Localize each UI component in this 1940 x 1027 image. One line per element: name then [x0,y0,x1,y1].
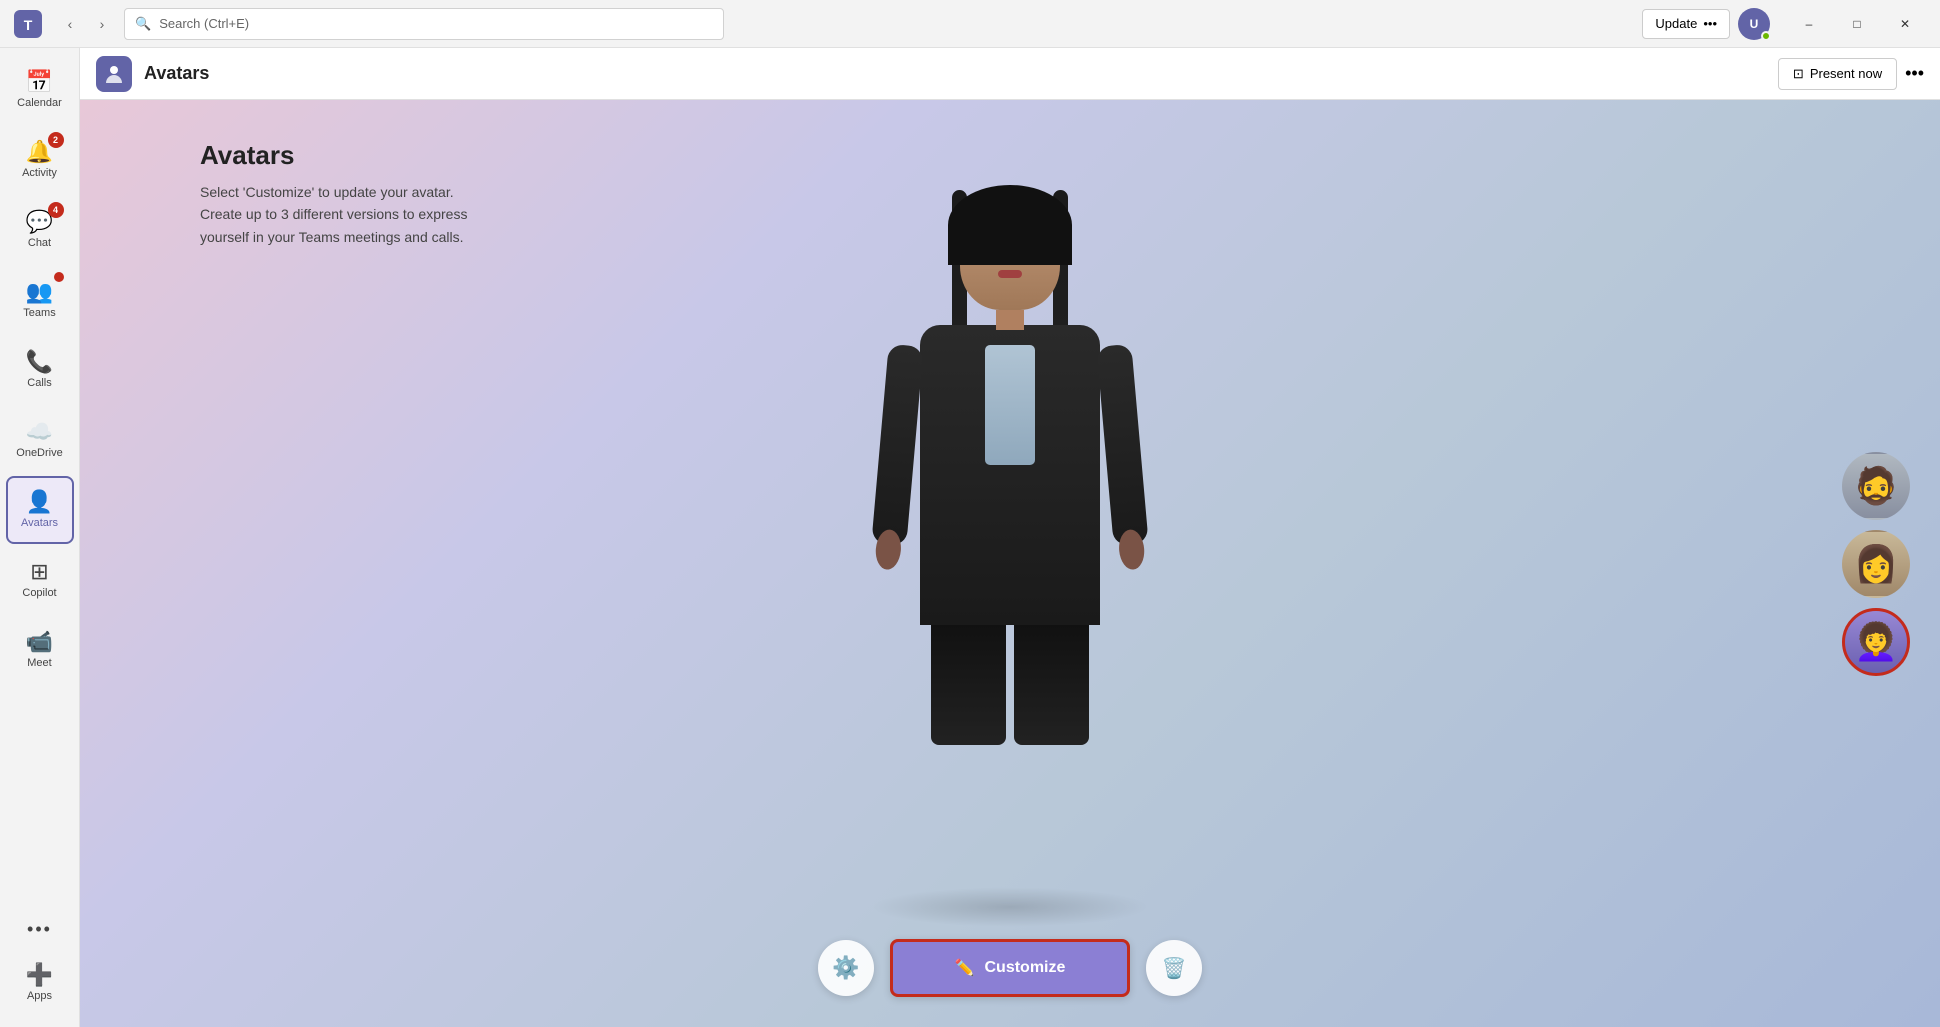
close-button[interactable]: ✕ [1882,8,1928,40]
sidebar-item-avatars[interactable]: 👤 Avatars [6,476,74,544]
sidebar-label-chat: Chat [28,237,51,249]
apps-icon: ➕ [26,964,53,986]
avatar-thumb-2-icon: 👩 [1854,543,1899,585]
maximize-button[interactable]: □ [1834,8,1880,40]
delete-icon: 🗑️ [1162,956,1187,981]
search-icon: 🔍 [135,16,151,32]
customize-label: Customize [985,959,1066,977]
online-badge [1761,31,1771,41]
sidebar-label-avatars: Avatars [21,517,58,529]
update-button[interactable]: Update ••• [1642,9,1730,39]
back-button[interactable]: ‹ [56,10,84,38]
title-bar-actions: Update ••• U – □ ✕ [1642,8,1928,40]
sidebar-label-activity: Activity [22,167,57,179]
present-now-label: Present now [1810,66,1882,81]
teams-icon: 👥 [26,281,53,303]
sidebar-item-chat[interactable]: 4 💬 Chat [6,196,74,264]
avatar-content: Avatars Select 'Customize' to update you… [80,100,1940,1027]
sidebar-item-activity[interactable]: 2 🔔 Activity [6,126,74,194]
settings-icon: ⚙️ [832,955,859,981]
onedrive-icon: ☁️ [26,421,53,443]
avatar-bottom-controls: ⚙️ ✏️ Customize 🗑️ [818,939,1202,997]
avatar-thumb-1[interactable]: 🧔 [1842,452,1910,520]
avatar-info: Avatars Select 'Customize' to update you… [200,140,467,248]
app-title: Avatars [144,63,209,84]
title-bar: T ‹ › 🔍 Search (Ctrl+E) Update ••• U – □… [0,0,1940,48]
meet-icon: 📹 [26,631,53,653]
nav-buttons: ‹ › [56,10,116,38]
present-now-icon: ⊡ [1793,66,1804,82]
sidebar-label-onedrive: OneDrive [16,447,62,459]
more-options-button[interactable]: ••• [1905,63,1924,84]
sidebar-label-meet: Meet [27,657,51,669]
sidebar-label-calendar: Calendar [17,97,62,109]
sidebar-label-apps: Apps [27,990,52,1002]
right-arm [1096,344,1148,546]
left-arm [871,344,923,546]
avatar-desc-line2: Create up to 3 different versions to exp… [200,203,467,225]
app-header-icon [96,56,132,92]
main-layout: 📅 Calendar 2 🔔 Activity 4 💬 Chat 👥 Teams… [0,48,1940,1027]
app-header-actions: ⊡ Present now ••• [1778,58,1924,90]
more-button[interactable]: ••• [6,909,74,949]
forward-button[interactable]: › [88,10,116,38]
avatar-page-title: Avatars [200,140,467,171]
svg-text:T: T [24,17,33,33]
avatar-thumb-1-icon: 🧔 [1854,465,1899,507]
avatar-thumb-2[interactable]: 👩 [1842,530,1910,598]
calendar-icon: 📅 [26,71,53,93]
sidebar-item-meet[interactable]: 📹 Meet [6,616,74,684]
avatar-desc-line3: yourself in your Teams meetings and call… [200,226,467,248]
present-now-button[interactable]: ⊡ Present now [1778,58,1897,90]
sidebar-item-onedrive[interactable]: ☁️ OneDrive [6,406,74,474]
avatar-panel: 🧔 👩 👩‍🦱 [1842,452,1910,676]
avatar-3d-model [860,190,1160,810]
avatar-figure [810,180,1210,820]
avatar-desc-line1: Select 'Customize' to update your avatar… [200,181,467,203]
search-bar[interactable]: 🔍 Search (Ctrl+E) [124,8,724,40]
settings-button[interactable]: ⚙️ [818,940,874,996]
sidebar-label-copilot: Copilot [22,587,56,599]
avatar[interactable]: U [1738,8,1770,40]
customize-button[interactable]: ✏️ Customize [890,939,1130,997]
copilot-icon: ⊞ [30,561,48,583]
sidebar-label-teams: Teams [23,307,55,319]
calls-icon: 📞 [26,351,53,373]
update-ellipsis: ••• [1703,16,1717,31]
teams-badge [54,272,64,282]
sidebar-item-calls[interactable]: 📞 Calls [6,336,74,404]
delete-button[interactable]: 🗑️ [1146,940,1202,996]
sidebar-item-calendar[interactable]: 📅 Calendar [6,56,74,124]
sidebar-item-apps[interactable]: ➕ Apps [6,949,74,1017]
avatars-icon: 👤 [26,491,53,513]
sidebar-item-copilot[interactable]: ⊞ Copilot [6,546,74,614]
app-header: Avatars ⊡ Present now ••• [80,48,1940,100]
pencil-icon: ✏️ [955,958,975,978]
avatar-body [920,325,1100,625]
sidebar-item-teams[interactable]: 👥 Teams [6,266,74,334]
window-controls: – □ ✕ [1786,8,1928,40]
activity-badge: 2 [48,132,64,148]
avatar-floor-shadow [870,887,1150,927]
search-placeholder: Search (Ctrl+E) [159,16,249,31]
chat-badge: 4 [48,202,64,218]
minimize-button[interactable]: – [1786,8,1832,40]
avatar-thumb-3[interactable]: 👩‍🦱 [1842,608,1910,676]
content-area: Avatars ⊡ Present now ••• Avatars Select… [80,48,1940,1027]
teams-logo: T [12,8,44,40]
sidebar: 📅 Calendar 2 🔔 Activity 4 💬 Chat 👥 Teams… [0,48,80,1027]
sidebar-label-calls: Calls [27,377,51,389]
update-label: Update [1655,16,1697,31]
avatar-thumb-3-icon: 👩‍🦱 [1854,621,1899,663]
